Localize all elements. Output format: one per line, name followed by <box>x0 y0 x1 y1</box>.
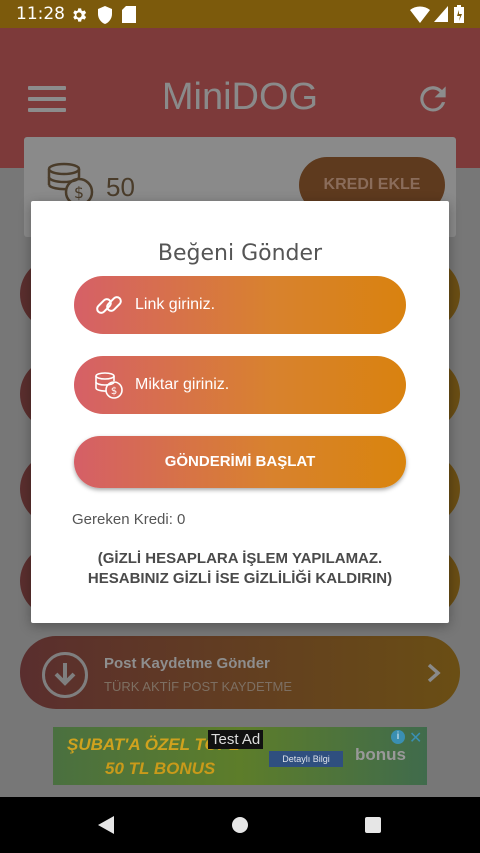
download-icon <box>42 652 88 698</box>
menu-item-post-save[interactable]: Post Kaydetme Gönder TÜRK AKTİF POST KAY… <box>20 636 460 709</box>
warning-line-2: HESABINIZ GİZLİ İSE GİZLİLİĞİ KALDIRIN) <box>87 570 393 587</box>
svg-text:$: $ <box>111 386 117 397</box>
ad-info-icon[interactable]: i <box>391 730 405 744</box>
navigation-bar <box>0 797 480 853</box>
ad-banner[interactable]: ŞUBAT'A ÖZEL TOPL 50 TL BONUS Test Ad De… <box>53 727 427 785</box>
required-credit: Gereken Kredi: 0 <box>72 511 186 528</box>
chevron-right-icon <box>427 663 441 683</box>
sd-card-icon <box>122 6 136 23</box>
ad-brand-logo: bonus <box>355 745 406 764</box>
menu-item-subtitle: TÜRK AKTİF POST KAYDETME <box>104 679 293 694</box>
link-input[interactable]: Link giriniz. <box>74 276 406 334</box>
ad-label: Test Ad <box>208 730 264 749</box>
link-placeholder: Link giriniz. <box>135 296 216 313</box>
status-time: 11:28 <box>16 4 65 24</box>
dialog-title: Beğeni Gönder <box>157 241 323 266</box>
private-account-warning: (GİZLİ HESAPLARA İŞLEM YAPILAMAZ. HESABI… <box>31 549 449 589</box>
signal-icon <box>434 6 448 22</box>
app-title: MiniDOG <box>161 76 319 118</box>
warning-line-1: (GİZLİ HESAPLARA İŞLEM YAPILAMAZ. <box>97 550 383 567</box>
send-like-dialog: Beğeni Gönder Link giriniz. $ Miktar gir… <box>31 201 449 623</box>
ad-text-2: 50 TL BONUS <box>105 759 216 778</box>
svg-text:$: $ <box>74 183 84 202</box>
wifi-icon <box>410 6 430 23</box>
status-bar: 11:28 <box>0 0 480 28</box>
shield-icon <box>98 6 112 24</box>
amount-input[interactable]: $ Miktar giriniz. <box>74 356 406 414</box>
gear-icon <box>73 8 87 22</box>
ad-detail-button[interactable]: Detaylı Bilgi <box>269 751 343 767</box>
back-icon[interactable] <box>97 815 117 835</box>
battery-icon <box>454 5 464 23</box>
link-icon <box>96 296 122 314</box>
coins-icon: $ <box>95 372 123 399</box>
start-sending-button[interactable]: GÖNDERİMİ BAŞLAT <box>74 436 406 488</box>
amount-placeholder: Miktar giriniz. <box>135 376 230 393</box>
refresh-icon[interactable] <box>414 80 452 118</box>
credit-amount: 50 <box>106 172 135 202</box>
ad-close-icon[interactable]: ✕ <box>409 728 422 748</box>
menu-item-title: Post Kaydetme Gönder <box>104 655 270 672</box>
home-icon[interactable] <box>231 816 249 834</box>
recents-icon[interactable] <box>364 816 382 834</box>
